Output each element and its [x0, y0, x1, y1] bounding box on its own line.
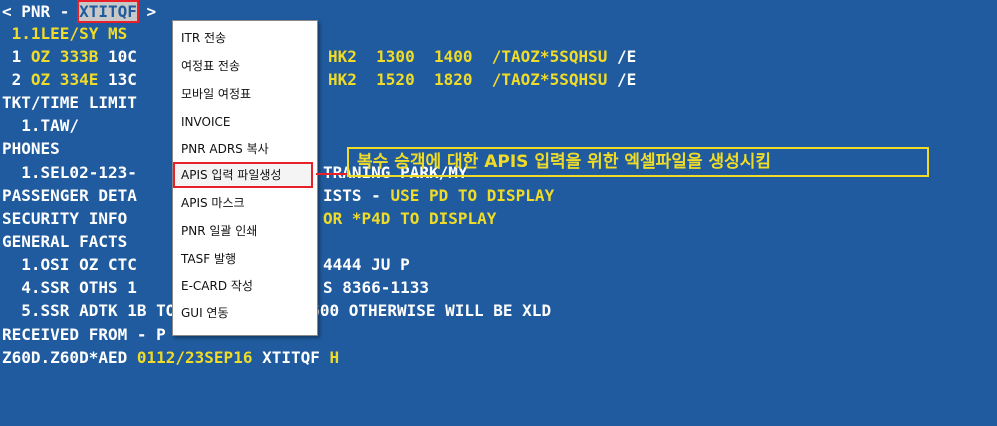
phones-heading: PHONES: [2, 139, 60, 158]
agent-sign: Z60D.Z60D*AED: [2, 348, 137, 367]
segment-2-status: HK2 1520 1820 /TAOZ*: [328, 70, 550, 89]
osi-line: 1.OSI OZ CTC 4444 JU P: [2, 255, 409, 275]
segment-1-status: HK2 1300 1400 /TAOZ*: [328, 47, 550, 66]
pnr-context-menu: ITR 전송 여정표 전송 모바일 여정표 INVOICE PNR ADRS 복…: [172, 20, 318, 336]
menu-item-itinerary-send[interactable]: 여정표 전송: [181, 55, 240, 77]
security-info-label: SECURITY INFO: [2, 209, 128, 228]
security-info-command: OR *P4D TO DISPLAY: [323, 209, 497, 228]
menu-item-ecard-create[interactable]: E-CARD 작성: [181, 275, 253, 297]
segment-2-locator: 5SQHSU: [549, 70, 608, 89]
menu-item-mobile-itinerary[interactable]: 모바일 여정표: [181, 83, 251, 105]
ssr-oths-label: 4.SSR OTHS 1: [2, 278, 137, 297]
passenger-details-command: USE PD TO DISPLAY: [390, 186, 555, 205]
menu-item-pnr-adrs-copy[interactable]: PNR ADRS 복사: [181, 138, 269, 160]
passenger-details-line: PASSENGER DETA ISTS - USE PD TO DISPLAY: [2, 186, 554, 206]
segment-line-2: 2 OZ 334E 13C HK2 1520 1820 /TAOZ*5SQHSU …: [2, 70, 637, 90]
passenger-details-label: PASSENGER DETA: [2, 186, 137, 205]
phone-line: 1.SEL02-123- TRANING PARK/MY: [2, 163, 467, 183]
passenger-name-line: 1.1LEE/SY MS: [2, 24, 128, 43]
menu-item-pnr-batch-print[interactable]: PNR 일괄 인쇄: [181, 220, 257, 242]
segment-line-1: 1 OZ 333B 10C HK2 1300 1400 /TAOZ*5SQHSU …: [2, 47, 637, 67]
terminal-screen[interactable]: < PNR - XTITQF > 1.1LEE/SY MS 1 OZ 333B …: [0, 0, 997, 426]
general-facts-heading: GENERAL FACTS: [2, 232, 128, 251]
ssr-oths-line: 4.SSR OTHS 1 S 8366-1133: [2, 278, 429, 298]
menu-item-itr-send[interactable]: ITR 전송: [181, 27, 226, 49]
segment-2-suffix: /E: [607, 70, 637, 89]
osi-label: 1.OSI OZ CTC: [2, 255, 137, 274]
segment-2-date: 13C: [98, 70, 137, 89]
segment-1-locator: 5SQHSU: [549, 47, 608, 66]
agent-signature-line: Z60D.Z60D*AED 0112/23SEP16 XTITQF H: [2, 348, 339, 368]
ticket-time-limit-line: TKT/TIME LIMIT: [2, 93, 137, 112]
ssr-oths-phone: S 8366-1133: [323, 278, 429, 297]
security-info-line: SECURITY INFO OR *P4D TO DISPLAY: [2, 209, 496, 229]
segment-2-number: 2: [2, 70, 31, 89]
menu-item-gui-link[interactable]: GUI 연동: [181, 302, 229, 324]
segment-1-flight: OZ 333B: [30, 47, 99, 66]
record-locator[interactable]: XTITQF: [77, 0, 139, 23]
ticket-arrangement-line: 1.TAW/: [2, 116, 80, 135]
signature-record-locator: XTITQF: [252, 348, 330, 367]
segment-1-date: 10C: [98, 47, 137, 66]
history-flag: H: [329, 348, 340, 367]
timestamp: 0112/23SEP16: [136, 348, 253, 367]
segment-1-number: 1: [2, 47, 31, 66]
passenger-details-hint: ISTS - USE PD TO DISPLAY: [323, 186, 554, 206]
menu-item-tasf-issue[interactable]: TASF 발행: [181, 248, 236, 270]
segment-1-detail: HK2 1300 1400 /TAOZ*5SQHSU /E: [328, 47, 636, 67]
menu-item-apis-file-create[interactable]: APIS 입력 파일생성: [173, 162, 313, 188]
segment-2-detail: HK2 1520 1820 /TAOZ*5SQHSU /E: [328, 70, 636, 90]
segment-2-flight: OZ 334E: [30, 70, 99, 89]
received-from-line: RECEIVED FROM - P: [2, 325, 166, 344]
osi-contact: 4444 JU P: [323, 255, 410, 274]
passenger-details-exists: ISTS -: [323, 186, 391, 205]
pnr-header-suffix: >: [136, 2, 157, 21]
pnr-header-prefix: < PNR -: [2, 2, 80, 21]
callout-annotation: 복수 승객에 대한 APIS 입력을 위한 엑셀파일을 생성시킴: [347, 147, 929, 177]
pnr-header-line: < PNR - XTITQF >: [2, 0, 157, 23]
segment-1-suffix: /E: [607, 47, 637, 66]
menu-item-invoice[interactable]: INVOICE: [181, 111, 230, 133]
callout-connector: [316, 173, 348, 175]
phone-number: 1.SEL02-123-: [2, 163, 137, 182]
menu-item-apis-mask[interactable]: APIS 마스크: [181, 192, 245, 214]
